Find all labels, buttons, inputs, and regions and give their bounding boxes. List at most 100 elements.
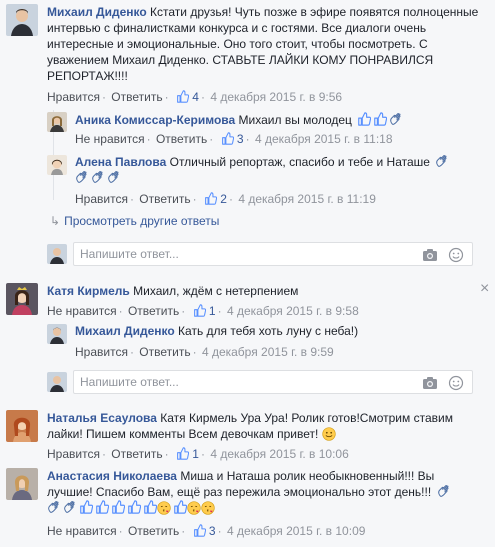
like-link[interactable]: Нравится — [47, 90, 100, 104]
thumbs-up-icon[interactable] — [193, 524, 206, 537]
thumbs-up-icon[interactable] — [176, 90, 189, 103]
reply-input[interactable] — [80, 247, 380, 261]
avatar[interactable] — [6, 4, 38, 36]
thumbs-up-icon[interactable] — [204, 192, 217, 205]
reply-box — [73, 370, 473, 394]
comment-text-line: Миша и Наташа ролик необыкновенный!!! Вы — [180, 469, 435, 483]
clapping-hands-icon — [91, 170, 105, 184]
like-count[interactable]: 3 — [237, 132, 244, 146]
avatar[interactable] — [6, 468, 38, 500]
timestamp[interactable]: 4 декабря 2015 г. в 9:58 — [227, 304, 359, 318]
clapping-hands-icon — [107, 170, 121, 184]
avatar — [47, 244, 67, 264]
thumbs-up-icon — [373, 112, 387, 126]
reply-link[interactable]: Ответить — [156, 132, 207, 146]
reply-link[interactable]: Ответить — [139, 192, 190, 206]
comment-text-line: лучшие! Спасибо Вам, ещё раз пережила эм… — [47, 485, 432, 499]
thumbs-up-icon — [79, 500, 93, 514]
comment-text-line: интересные и эмоциональные. Оно того сто… — [47, 37, 428, 51]
reply-body: Алена Павлова Отличный репортаж, спасибо… — [75, 154, 490, 186]
comment-author[interactable]: Наталья Есаулова — [47, 411, 157, 425]
comment-text: Отличный репортаж, спасибо и тебе и Ната… — [169, 155, 430, 169]
camera-icon[interactable] — [422, 247, 438, 263]
thumbs-up-icon[interactable] — [221, 132, 234, 145]
kiss-icon — [201, 501, 215, 515]
comment-meta: Нравится · Ответить · 4 декабря 2015 г. в … — [75, 345, 334, 359]
comment-meta: Нравится · Ответить · 1 · 4 декабря 2015 г.… — [47, 447, 349, 461]
like-count[interactable]: 1 — [209, 304, 216, 318]
like-link[interactable]: Нравится — [75, 345, 128, 359]
timestamp[interactable]: 4 декабря 2015 г. в 9:59 — [202, 345, 334, 359]
view-more-replies-label[interactable]: Просмотреть другие ответы — [64, 214, 219, 228]
reply-link[interactable]: Ответить — [111, 447, 162, 461]
reply-link[interactable]: Ответить — [111, 90, 162, 104]
reply-input[interactable] — [80, 375, 380, 389]
comment-text-line: РЕПОРТАЖ!!!! — [47, 69, 128, 83]
avatar[interactable] — [47, 324, 67, 344]
like-count[interactable]: 4 — [192, 90, 199, 104]
avatar — [47, 372, 67, 392]
reply-link[interactable]: Ответить — [128, 524, 179, 538]
reply-arrow-icon: ↳ — [50, 214, 61, 228]
reply-link[interactable]: Ответить — [128, 304, 179, 318]
reply-body: Аника Комиссар-Керимова Михаил вы молоде… — [75, 112, 485, 128]
avatar[interactable] — [47, 155, 67, 175]
comment-meta: Не нравится · Ответить · 3 · 4 декабря 2015… — [75, 132, 393, 146]
comment-text: Михаил, ждём с нетерпением — [133, 284, 299, 298]
timestamp[interactable]: 4 декабря 2015 г. в 10:09 — [227, 524, 365, 538]
comment-author[interactable]: Михаил Диденко — [75, 324, 175, 338]
comment-author[interactable]: Катя Кирмель — [47, 284, 130, 298]
thumbs-up-icon — [95, 500, 109, 514]
kiss-icon — [157, 501, 171, 515]
timestamp[interactable]: 4 декабря 2015 г. в 11:19 — [238, 192, 376, 206]
unlike-link[interactable]: Не нравится — [47, 304, 117, 318]
clapping-hands-icon — [63, 500, 77, 514]
comment-text: Кать для тебя хоть луну с неба!) — [178, 324, 359, 338]
thumbs-up-icon — [127, 500, 141, 514]
comment-text-line: уважением Михаил Диденко. СТАВЬТЕ ЛАЙКИ … — [47, 53, 434, 67]
thumbs-up-icon[interactable] — [193, 304, 206, 317]
smiley-icon[interactable] — [448, 247, 464, 263]
comment-text-line: Кстати друзья! Чуть позже в эфире появят… — [150, 5, 479, 19]
avatar[interactable] — [6, 283, 38, 315]
comment-author[interactable]: Анастасия Николаева — [47, 469, 177, 483]
like-count[interactable]: 1 — [192, 447, 199, 461]
comment-meta: Нравится · Ответить · 4 · 4 декабря 2015 г.… — [47, 90, 343, 104]
clapping-hands-icon — [437, 484, 451, 498]
clapping-hands-icon — [389, 112, 403, 126]
timestamp[interactable]: 4 декабря 2015 г. в 11:18 — [255, 132, 393, 146]
camera-icon[interactable] — [422, 375, 438, 391]
avatar[interactable] — [47, 112, 67, 132]
thumbs-up-icon[interactable] — [176, 447, 189, 460]
comment-body: Михаил Диденко Кстати друзья! Чуть позже… — [47, 4, 487, 84]
view-more-replies[interactable]: ↳ Просмотреть другие ответы — [50, 214, 219, 228]
comment-author[interactable]: Михаил Диденко — [47, 5, 147, 19]
comment-body: Катя Кирмель Михаил, ждём с нетерпением — [47, 283, 467, 299]
thumbs-up-icon — [111, 500, 125, 514]
comment-author[interactable]: Алена Павлова — [75, 155, 166, 169]
comment-body: Наталья Есаулова Катя Кирмель Ура Ура! Р… — [47, 410, 467, 442]
reply-box — [73, 242, 473, 266]
like-count[interactable]: 3 — [209, 524, 216, 538]
comment-text-line: Катя Кирмель Ура Ура! Ролик готов!Смотри… — [160, 411, 453, 425]
smiley-icon[interactable] — [448, 375, 464, 391]
clapping-hands-icon — [47, 500, 61, 514]
close-icon[interactable]: × — [480, 281, 489, 297]
timestamp[interactable]: 4 декабря 2015 г. в 10:06 — [210, 447, 348, 461]
comment-body: Анастасия Николаева Миша и Наташа ролик … — [47, 468, 487, 516]
comment-meta: Не нравится · Ответить · 1 · 4 декабря 2015… — [47, 304, 359, 318]
clapping-hands-icon — [435, 154, 449, 168]
like-count[interactable]: 2 — [220, 192, 227, 206]
like-link[interactable]: Нравится — [47, 447, 100, 461]
reply-body: Михаил Диденко Кать для тебя хоть луну с… — [75, 323, 485, 339]
timestamp[interactable]: 4 декабря 2015 г. в 9:56 — [210, 90, 342, 104]
unlike-link[interactable]: Не нравится — [47, 524, 117, 538]
smiley-icon — [322, 427, 336, 441]
like-link[interactable]: Нравится — [75, 192, 128, 206]
reply-link[interactable]: Ответить — [139, 345, 190, 359]
unlike-link[interactable]: Не нравится — [75, 132, 145, 146]
avatar[interactable] — [6, 410, 38, 442]
comment-author[interactable]: Аника Комиссар-Керимова — [75, 113, 235, 127]
thumbs-up-icon — [143, 500, 157, 514]
comment-meta: Не нравится · Ответить · 3 · 4 декабря 2015… — [47, 524, 366, 538]
